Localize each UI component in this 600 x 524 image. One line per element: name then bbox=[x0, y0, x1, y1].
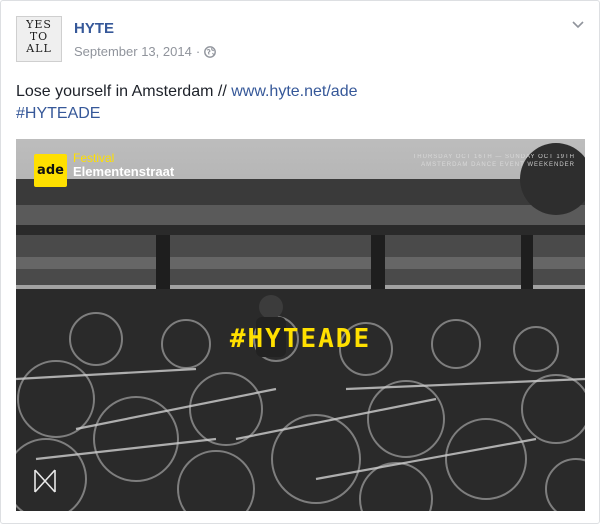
post-date[interactable]: September 13, 2014 bbox=[74, 44, 192, 59]
author-name[interactable]: HYTE bbox=[74, 20, 114, 37]
ade-badge: ade bbox=[34, 154, 67, 187]
street-label: Elementenstraat bbox=[73, 164, 175, 179]
post-meta: September 13, 2014 · bbox=[74, 44, 217, 59]
post-card: YES TO ALL HYTE September 13, 2014 · Los… bbox=[0, 0, 600, 524]
separator: · bbox=[195, 44, 201, 59]
post-photo[interactable]: ade Festival Elementenstraat THURSDAY OC… bbox=[16, 139, 585, 511]
avatar-logo: YES TO ALL bbox=[26, 18, 52, 55]
event-dates: THURSDAY OCT 16TH — SUNDAY OCT 19TH AMST… bbox=[412, 154, 575, 168]
post-link[interactable]: www.hyte.net/ade bbox=[231, 83, 357, 100]
post-body: Lose yourself in Amsterdam // bbox=[16, 83, 232, 100]
chevron-down-icon[interactable] bbox=[571, 17, 585, 31]
hyte-logo-icon bbox=[34, 469, 56, 493]
post-text: Lose yourself in Amsterdam // www.hyte.n… bbox=[16, 81, 358, 125]
avatar[interactable]: YES TO ALL bbox=[16, 16, 62, 62]
overlay-hashtag: #HYTEADE bbox=[229, 324, 372, 354]
hashtag-link[interactable]: #HYTEADE bbox=[16, 105, 100, 122]
globe-icon[interactable] bbox=[204, 45, 217, 58]
